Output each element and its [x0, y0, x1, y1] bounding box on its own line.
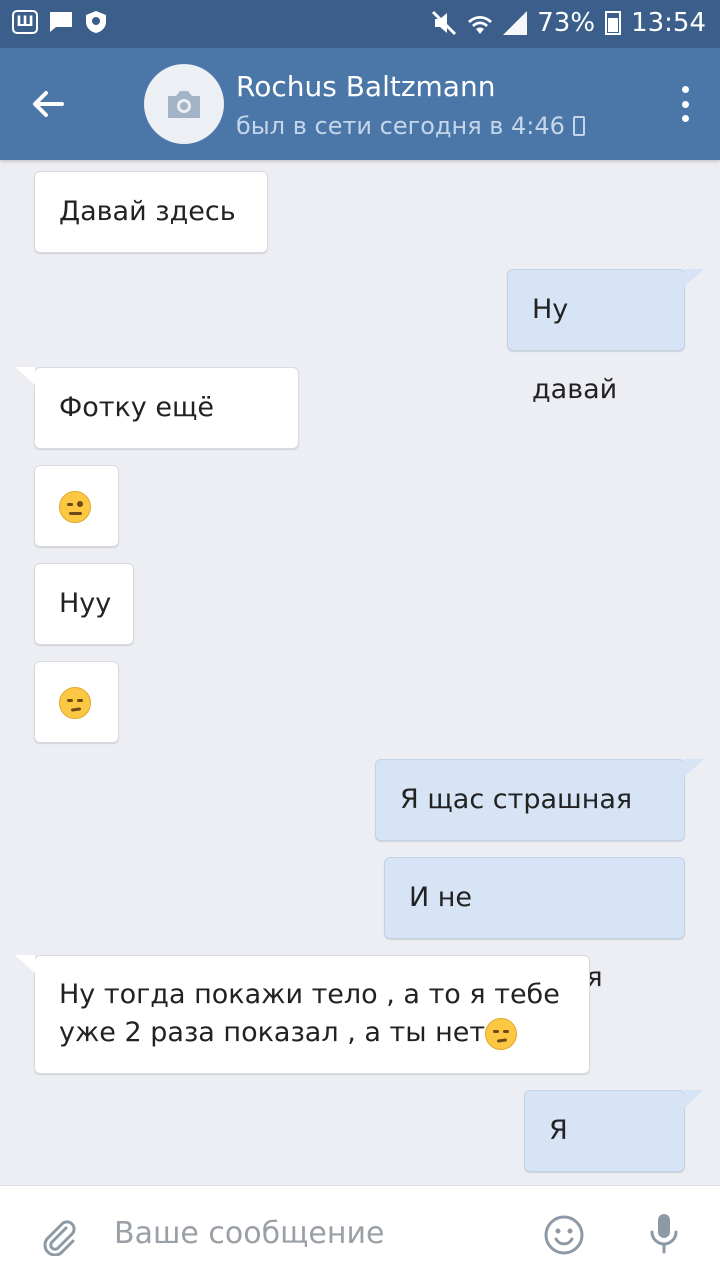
message-text: Я щас страшная [400, 784, 633, 815]
contact-status: был в сети сегодня в 4:46 [236, 112, 585, 140]
message-text-line: уже 2 раза показал , а ты нет [59, 1014, 565, 1052]
status-right-icons: 73% 13:54 [431, 8, 706, 38]
status-bar: Ш 73% 13:54 [0, 0, 720, 48]
camera-icon [168, 91, 200, 118]
battery-percent: 73% [537, 8, 596, 38]
wink-emoji-icon [59, 490, 91, 523]
attach-icon[interactable] [38, 1216, 78, 1256]
message-incoming[interactable] [34, 661, 119, 743]
avatar[interactable] [144, 64, 224, 144]
contact-name[interactable]: Rochus Baltzmann [236, 70, 495, 103]
status-left-icons: Ш [12, 10, 108, 34]
chat-notification-icon [50, 12, 72, 32]
mobile-icon [572, 116, 585, 136]
wifi-icon [468, 16, 493, 34]
composer-bar: Ваше сообщение [0, 1185, 720, 1281]
message-incoming[interactable] [34, 465, 119, 547]
message-incoming[interactable]: Давай здесь [34, 171, 268, 253]
message-text: Нуу [59, 588, 112, 619]
message-outgoing[interactable]: Ну давай [507, 269, 704, 405]
mic-icon[interactable] [648, 1212, 680, 1256]
message-incoming[interactable]: Нуу [34, 563, 134, 645]
more-vert-icon[interactable] [680, 86, 690, 122]
unamused-emoji-icon [59, 686, 91, 719]
message-outgoing[interactable]: И не накрашенная [384, 857, 685, 993]
message-outgoing[interactable]: Я щас страшная [375, 759, 704, 897]
mute-icon [432, 10, 457, 36]
last-seen-text: был в сети сегодня в 4:46 [236, 112, 565, 140]
message-input[interactable]: Ваше сообщение [114, 1216, 384, 1251]
app-notification-icon: Ш [12, 10, 38, 34]
emoji-icon[interactable] [543, 1214, 585, 1256]
clock: 13:54 [631, 8, 706, 38]
shield-notification-icon [86, 11, 106, 33]
message-text: Давай здесь [59, 196, 236, 227]
chat-header: Rochus Baltzmann был в сети сегодня в 4:… [0, 48, 720, 160]
signal-icon [503, 11, 528, 35]
back-arrow-icon[interactable] [28, 84, 68, 124]
message-text-line: Ну тогда покажи тело , а то я тебе [59, 979, 560, 1010]
message-incoming[interactable]: Ну тогда покажи тело , а то я тебе уже 2… [15, 955, 590, 1074]
message-incoming[interactable]: Фотку ещё жду [15, 367, 299, 503]
unamused-emoji-icon [485, 1017, 518, 1050]
message-outgoing[interactable]: Я одета [524, 1090, 704, 1226]
battery-icon [605, 11, 622, 35]
message-text: Ну давай [532, 294, 618, 405]
